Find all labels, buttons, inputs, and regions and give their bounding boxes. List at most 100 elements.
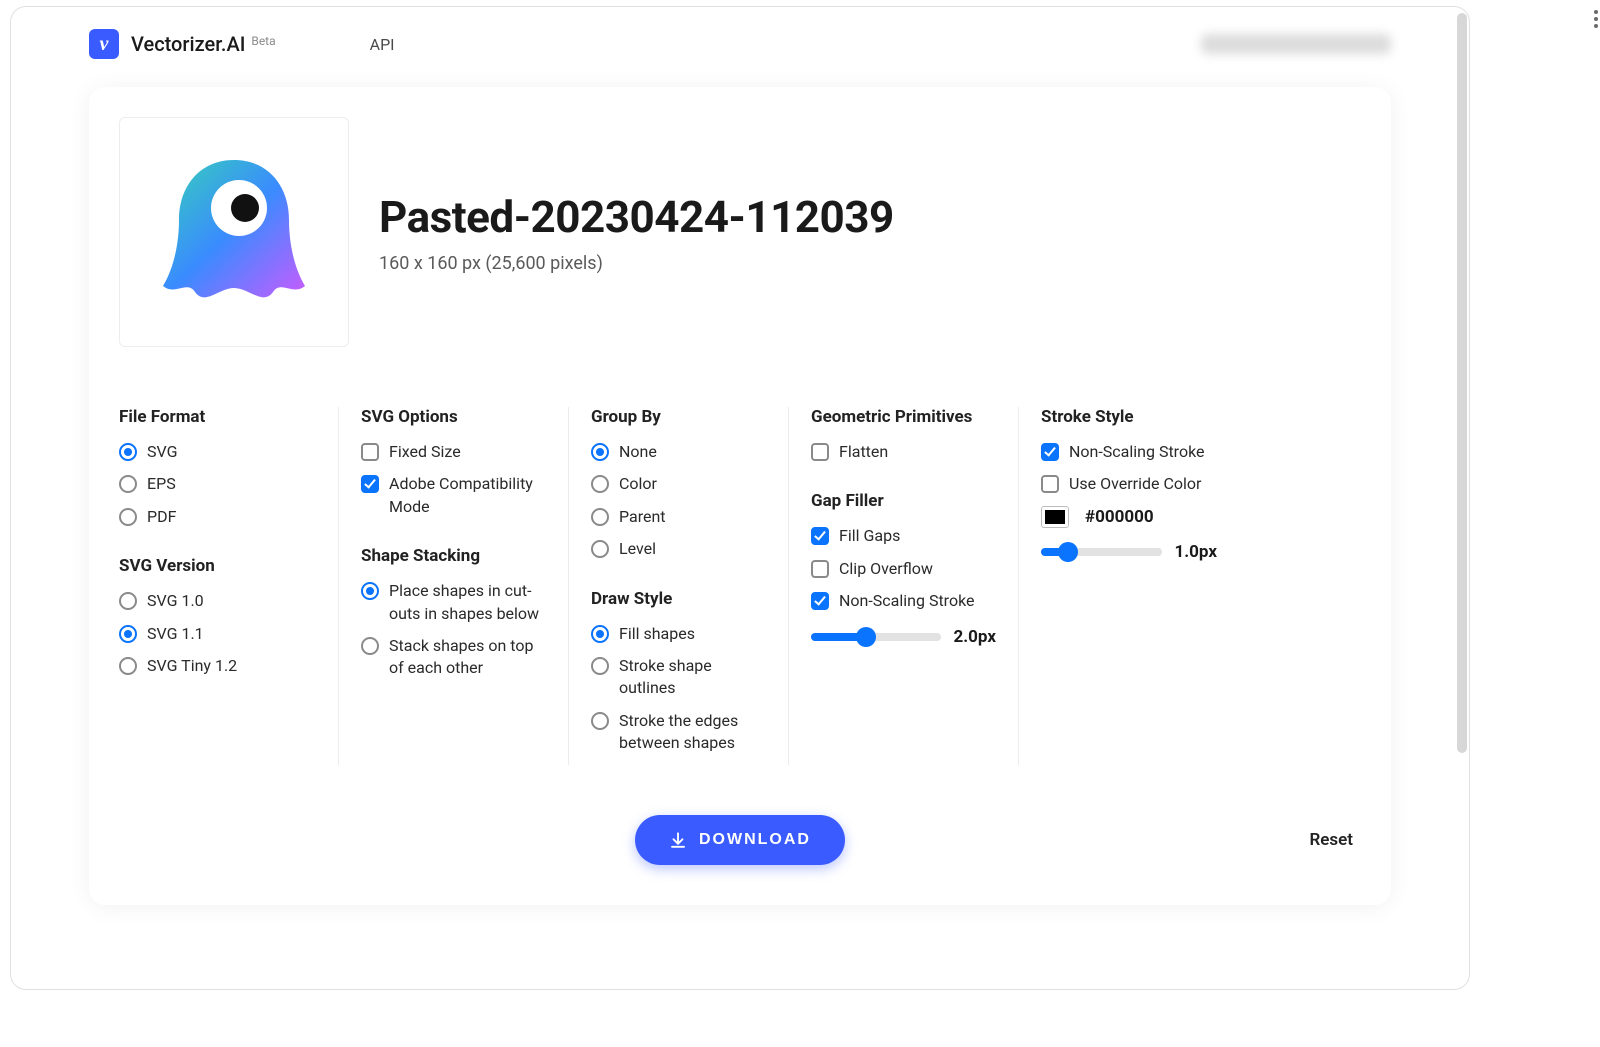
check-flatten[interactable]: Flatten <box>811 441 996 463</box>
label: Use Override Color <box>1069 473 1201 495</box>
color-swatch[interactable] <box>1041 506 1069 528</box>
check-gap-nonscaling[interactable]: Non-Scaling Stroke <box>811 590 996 612</box>
label: Parent <box>619 506 666 528</box>
col-file-format: File Format SVG EPS PDF SVG Ver <box>119 407 339 765</box>
radio-group-parent[interactable]: Parent <box>591 506 766 528</box>
file-header-row: Pasted-20230424-112039 160 x 160 px (25,… <box>119 117 1361 387</box>
col-stroke-style: Stroke Style Non-Scaling Stroke Use Over… <box>1019 407 1239 765</box>
radio-icon <box>591 657 609 675</box>
title-block: Pasted-20230424-112039 160 x 160 px (25,… <box>379 191 894 274</box>
section-geo-prim: Geometric Primitives Flatten <box>811 407 996 463</box>
file-dimensions: 160 x 160 px (25,600 pixels) <box>379 253 894 274</box>
label: Place shapes in cut-outs in shapes below <box>389 580 546 625</box>
section-group-by: Group By None Color Parent <box>591 407 766 561</box>
stroke-slider[interactable] <box>1041 548 1162 556</box>
radio-svgtiny[interactable]: SVG Tiny 1.2 <box>119 655 316 677</box>
radio-icon <box>591 443 609 461</box>
checkbox-icon <box>811 592 829 610</box>
image-thumbnail[interactable] <box>119 117 349 347</box>
section-shape-stacking: Shape Stacking Place shapes in cut-outs … <box>361 546 546 680</box>
radio-svg[interactable]: SVG <box>119 441 316 463</box>
radio-stack[interactable]: Stack shapes on top of each other <box>361 635 546 680</box>
radio-svg10[interactable]: SVG 1.0 <box>119 590 316 612</box>
radio-icon <box>361 637 379 655</box>
radio-svg11[interactable]: SVG 1.1 <box>119 623 316 645</box>
check-override-color[interactable]: Use Override Color <box>1041 473 1217 495</box>
col-geo-gap: Geometric Primitives Flatten Gap Filler … <box>789 407 1019 765</box>
checkbox-icon <box>361 475 379 493</box>
label: Color <box>619 473 657 495</box>
section-svg-options: SVG Options Fixed Size Adobe Compatibili… <box>361 407 546 518</box>
label: SVG 1.0 <box>147 590 204 612</box>
heading-stroke-style: Stroke Style <box>1041 407 1217 427</box>
label: PDF <box>147 506 176 528</box>
label: Clip Overflow <box>839 558 933 580</box>
radio-icon <box>119 475 137 493</box>
heading-draw-style: Draw Style <box>591 589 766 609</box>
gap-slider-row: 2.0px <box>811 627 996 647</box>
radio-fill-shapes[interactable]: Fill shapes <box>591 623 766 645</box>
stroke-slider-row: 1.0px <box>1041 542 1217 562</box>
heading-gap-filler: Gap Filler <box>811 491 996 511</box>
check-fixed-size[interactable]: Fixed Size <box>361 441 546 463</box>
heading-geo-prim: Geometric Primitives <box>811 407 996 427</box>
slider-thumb-icon <box>856 627 876 647</box>
section-file-format: File Format SVG EPS PDF <box>119 407 316 528</box>
label: Stroke the edges between shapes <box>619 710 766 755</box>
options-grid: File Format SVG EPS PDF SVG Ver <box>119 387 1361 765</box>
brand[interactable]: Vectorizer.AI Beta <box>131 32 276 56</box>
heading-shape-stacking: Shape Stacking <box>361 546 546 566</box>
download-label: DOWNLOAD <box>699 831 811 849</box>
radio-icon <box>119 657 137 675</box>
checkbox-icon <box>1041 443 1059 461</box>
slider-thumb-icon <box>1058 542 1078 562</box>
check-clip-overflow[interactable]: Clip Overflow <box>811 558 996 580</box>
reset-button[interactable]: Reset <box>1309 830 1353 850</box>
scrollbar[interactable] <box>1457 13 1467 753</box>
radio-stroke-edges[interactable]: Stroke the edges between shapes <box>591 710 766 755</box>
browser-menu-dots[interactable] <box>1594 10 1598 28</box>
label: SVG <box>147 441 177 463</box>
radio-group-level[interactable]: Level <box>591 538 766 560</box>
section-gap-filler: Gap Filler Fill Gaps Clip Overflow Non-S… <box>811 491 996 646</box>
label: EPS <box>147 473 176 495</box>
radio-group-none[interactable]: None <box>591 441 766 463</box>
check-adobe-compat[interactable]: Adobe Compatibility Mode <box>361 473 546 518</box>
nav-api-link[interactable]: API <box>370 35 395 54</box>
radio-group-color[interactable]: Color <box>591 473 766 495</box>
user-menu[interactable] <box>1201 34 1391 54</box>
radio-cutouts[interactable]: Place shapes in cut-outs in shapes below <box>361 580 546 625</box>
card-footer: DOWNLOAD Reset <box>119 815 1361 865</box>
label: Non-Scaling Stroke <box>1069 441 1205 463</box>
col-svg-options: SVG Options Fixed Size Adobe Compatibili… <box>339 407 569 765</box>
app-window: v Vectorizer.AI Beta API <box>10 6 1470 990</box>
label: None <box>619 441 657 463</box>
radio-eps[interactable]: EPS <box>119 473 316 495</box>
check-fill-gaps[interactable]: Fill Gaps <box>811 525 996 547</box>
download-button[interactable]: DOWNLOAD <box>635 815 845 865</box>
label: SVG Tiny 1.2 <box>147 655 237 677</box>
radio-stroke-outlines[interactable]: Stroke shape outlines <box>591 655 766 700</box>
swatch-color-icon <box>1045 510 1065 524</box>
radio-icon <box>119 443 137 461</box>
label: Non-Scaling Stroke <box>839 590 975 612</box>
label: Fixed Size <box>389 441 461 463</box>
radio-icon <box>119 508 137 526</box>
checkbox-icon <box>811 560 829 578</box>
label: Fill Gaps <box>839 525 900 547</box>
checkbox-icon <box>1041 475 1059 493</box>
checkbox-icon <box>811 527 829 545</box>
label: Fill shapes <box>619 623 695 645</box>
radio-icon <box>361 582 379 600</box>
label: SVG 1.1 <box>147 623 204 645</box>
gap-slider[interactable] <box>811 633 941 641</box>
color-hex: #000000 <box>1085 507 1154 527</box>
radio-pdf[interactable]: PDF <box>119 506 316 528</box>
radio-icon <box>119 592 137 610</box>
section-svg-version: SVG Version SVG 1.0 SVG 1.1 SVG Tiny 1.2 <box>119 556 316 677</box>
check-stroke-nonscaling[interactable]: Non-Scaling Stroke <box>1041 441 1217 463</box>
logo-icon[interactable]: v <box>89 29 119 59</box>
label: Stack shapes on top of each other <box>389 635 546 680</box>
radio-icon <box>591 508 609 526</box>
color-swatch-row: #000000 <box>1041 506 1217 528</box>
